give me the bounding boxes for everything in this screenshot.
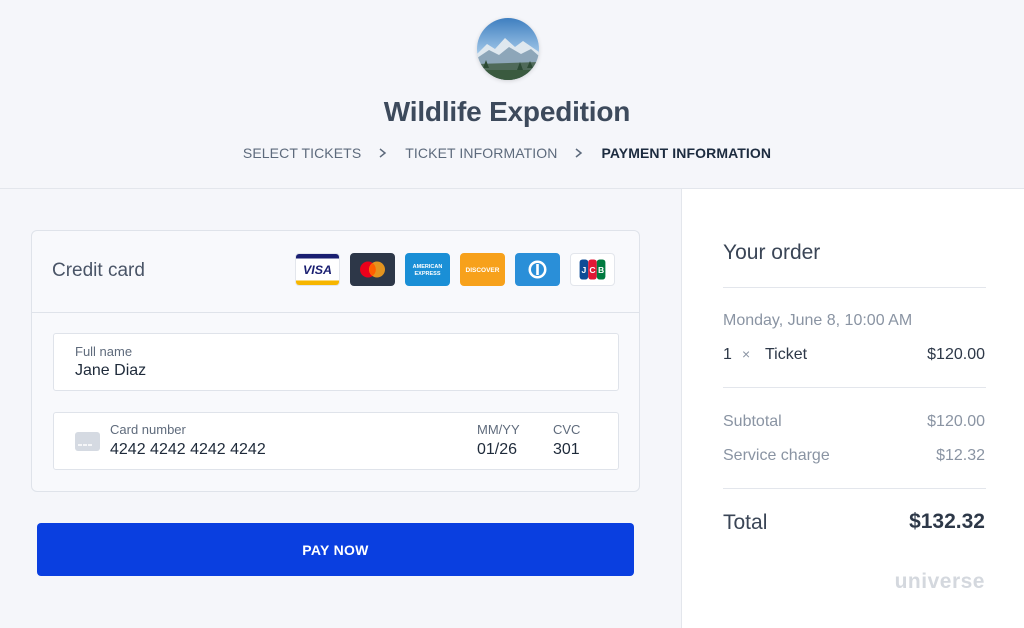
full-name-field[interactable]: Full name Jane Diaz bbox=[53, 333, 619, 391]
credit-card-icon bbox=[75, 432, 100, 451]
credit-card-title: Credit card bbox=[52, 260, 145, 281]
order-title: Your order bbox=[723, 241, 821, 264]
times-icon: × bbox=[742, 346, 751, 362]
divider bbox=[723, 387, 986, 388]
svg-text:EXPRESS: EXPRESS bbox=[415, 271, 441, 277]
breadcrumb: SELECT TICKETS TICKET INFORMATION PAYMEN… bbox=[0, 143, 1014, 163]
svg-text:C: C bbox=[589, 265, 595, 275]
cvc-label: CVC bbox=[553, 422, 581, 437]
card-details-field[interactable]: Card number 4242 4242 4242 4242 MM/YY 01… bbox=[53, 412, 619, 470]
universe-logo: universe bbox=[894, 570, 985, 593]
order-summary: Your order Monday, June 8, 10:00 AM 1 × … bbox=[681, 189, 1024, 628]
card-brand-logos: VISA AMERICAN EXPRESS DISCOVER J C B bbox=[295, 253, 615, 286]
breadcrumb-step-select-tickets[interactable]: SELECT TICKETS bbox=[243, 145, 361, 161]
svg-text:J: J bbox=[582, 265, 587, 275]
breadcrumb-step-ticket-information[interactable]: TICKET INFORMATION bbox=[405, 145, 557, 161]
credit-card-panel: Credit card VISA AMERICAN EXPRESS DISCOV… bbox=[31, 230, 640, 492]
expiry-input[interactable]: 01/26 bbox=[477, 441, 517, 459]
diners-club-logo-icon bbox=[515, 253, 560, 286]
chevron-right-icon bbox=[575, 148, 583, 158]
service-charge-label: Service charge bbox=[723, 447, 830, 464]
jcb-logo-icon: J C B bbox=[570, 253, 615, 286]
visa-logo-icon: VISA bbox=[295, 253, 340, 286]
mastercard-logo-icon bbox=[350, 253, 395, 286]
total-label: Total bbox=[723, 511, 768, 534]
subtotal-value: $120.00 bbox=[927, 413, 985, 430]
pay-now-button[interactable]: PAY NOW bbox=[37, 523, 634, 576]
divider bbox=[723, 488, 986, 489]
card-number-label: Card number bbox=[110, 422, 186, 437]
chevron-right-icon bbox=[379, 148, 387, 158]
cvc-input[interactable]: 301 bbox=[553, 441, 580, 459]
event-date: Monday, June 8, 10:00 AM bbox=[723, 312, 913, 329]
event-header: Wildlife Expedition SELECT TICKETS TICKE… bbox=[0, 0, 1024, 189]
svg-text:B: B bbox=[598, 265, 604, 275]
divider bbox=[723, 287, 986, 288]
total-value: $132.32 bbox=[909, 510, 985, 533]
service-charge-value: $12.32 bbox=[936, 447, 985, 464]
line-item-quantity: 1 bbox=[723, 346, 732, 363]
subtotal-label: Subtotal bbox=[723, 413, 782, 430]
credit-card-header: Credit card VISA AMERICAN EXPRESS DISCOV… bbox=[32, 231, 639, 313]
svg-text:DISCOVER: DISCOVER bbox=[466, 267, 500, 274]
expiry-label: MM/YY bbox=[477, 422, 520, 437]
discover-logo-icon: DISCOVER bbox=[460, 253, 505, 286]
svg-text:AMERICAN: AMERICAN bbox=[413, 264, 443, 270]
line-item-name: Ticket bbox=[765, 346, 808, 363]
breadcrumb-step-payment-information: PAYMENT INFORMATION bbox=[601, 145, 772, 161]
svg-text:VISA: VISA bbox=[303, 263, 332, 277]
line-item-price: $120.00 bbox=[927, 346, 985, 363]
full-name-input[interactable]: Jane Diaz bbox=[75, 362, 146, 380]
event-title: Wildlife Expedition bbox=[383, 96, 631, 127]
event-image bbox=[477, 18, 539, 80]
amex-logo-icon: AMERICAN EXPRESS bbox=[405, 253, 450, 286]
full-name-label: Full name bbox=[75, 344, 133, 359]
card-number-input[interactable]: 4242 4242 4242 4242 bbox=[110, 441, 266, 459]
